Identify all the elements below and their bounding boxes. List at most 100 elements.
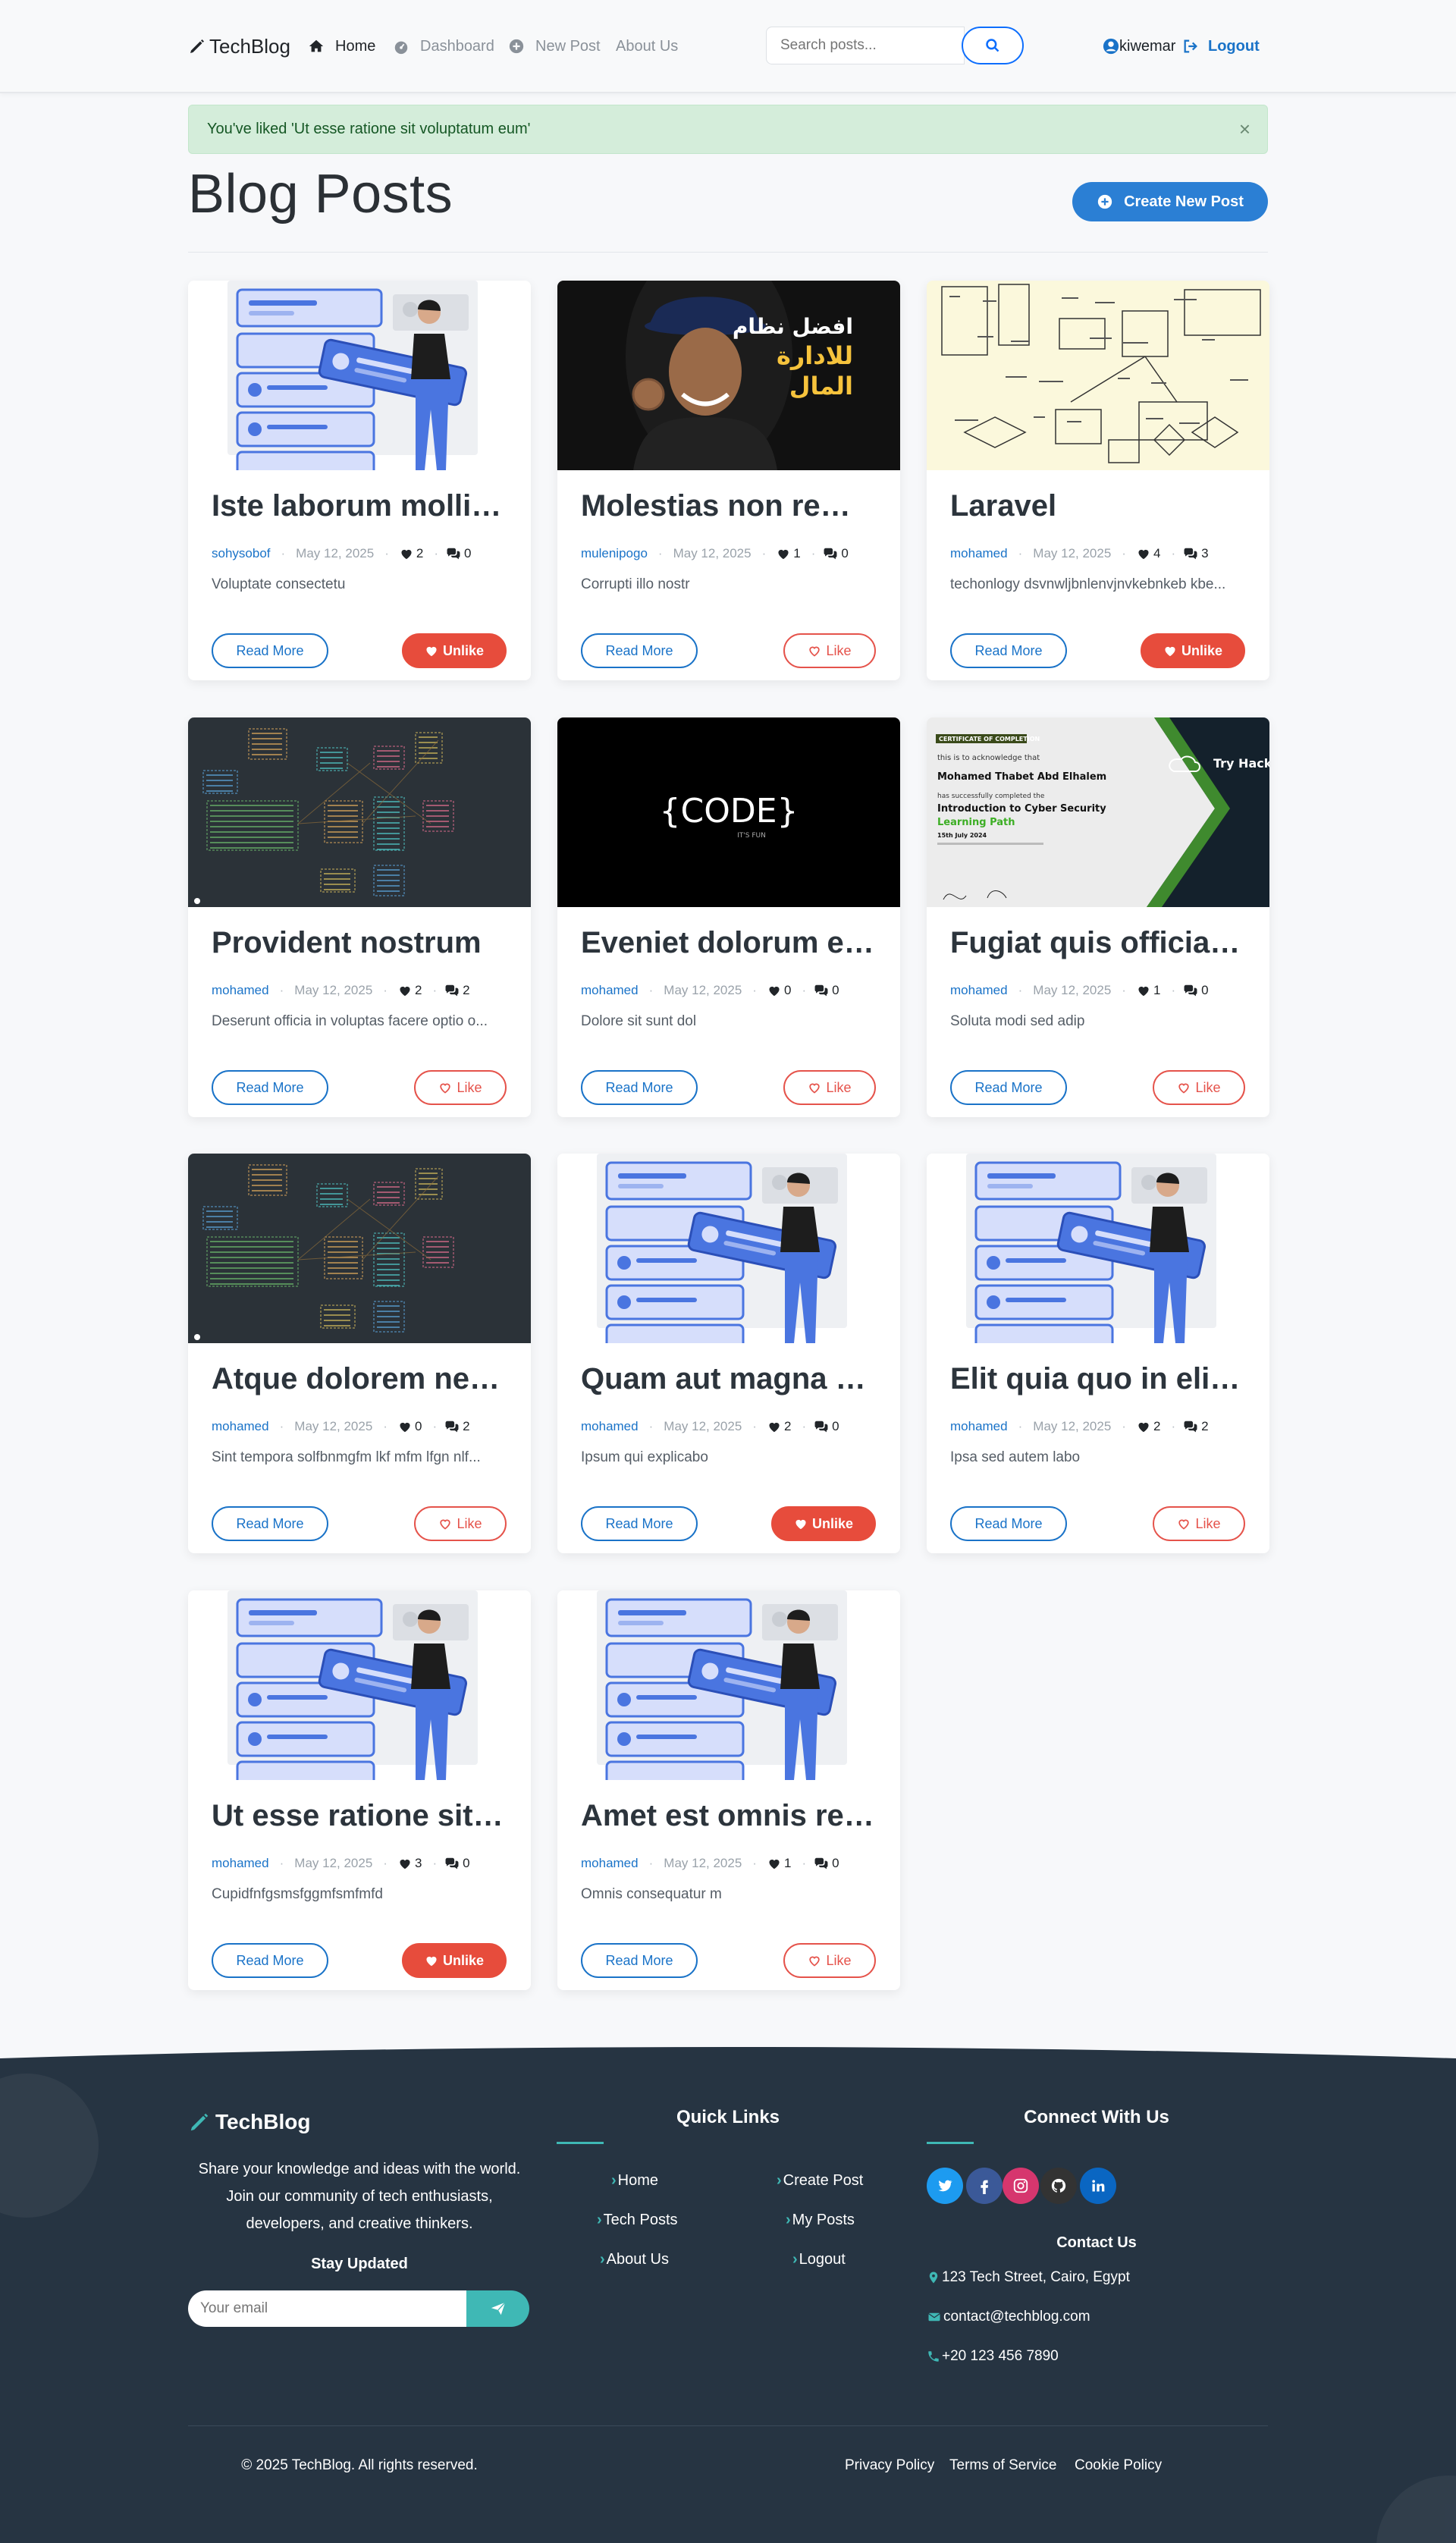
- post-thumbnail[interactable]: [188, 281, 531, 470]
- footer-link-home[interactable]: › Home: [611, 2169, 658, 2192]
- post-thumbnail[interactable]: [188, 1590, 531, 1780]
- post-author-link[interactable]: mohamed: [581, 983, 639, 998]
- read-more-button[interactable]: Read More: [581, 1070, 698, 1105]
- read-more-button[interactable]: Read More: [212, 1943, 328, 1978]
- meta-separator: ·: [1018, 1419, 1023, 1433]
- terms-of-service-link[interactable]: Terms of Service: [949, 2457, 1056, 2474]
- nav-dashboard[interactable]: Dashboard: [393, 32, 494, 61]
- post-thumbnail[interactable]: [557, 1590, 900, 1780]
- github-icon[interactable]: [1040, 2168, 1077, 2204]
- unlike-button[interactable]: Unlike: [1141, 633, 1245, 668]
- newsletter-submit-button[interactable]: [466, 2290, 529, 2327]
- like-button[interactable]: Like: [1153, 1070, 1245, 1105]
- heart-icon: [401, 549, 412, 560]
- post-author-link[interactable]: mohamed: [212, 983, 269, 998]
- read-more-button[interactable]: Read More: [950, 1070, 1067, 1105]
- nav-new-post[interactable]: New Post: [508, 32, 601, 61]
- read-more-button[interactable]: Read More: [581, 1943, 698, 1978]
- footer-link-logout[interactable]: › Logout: [792, 2248, 846, 2271]
- facebook-icon[interactable]: [966, 2168, 1003, 2204]
- read-more-button[interactable]: Read More: [581, 1506, 698, 1541]
- likes-value: 1: [783, 1856, 792, 1870]
- post-author-link[interactable]: mohamed: [950, 546, 1008, 561]
- read-more-button[interactable]: Read More: [212, 1070, 328, 1105]
- post-thumbnail[interactable]: [557, 1154, 900, 1343]
- footer-link-about[interactable]: › About Us: [600, 2248, 669, 2271]
- alert-close-button[interactable]: ×: [1239, 119, 1250, 139]
- post-thumbnail[interactable]: [188, 717, 531, 907]
- logout-link[interactable]: Logout: [1182, 32, 1260, 61]
- twitter-icon[interactable]: [927, 2168, 963, 2204]
- post-author-link[interactable]: mohamed: [581, 1856, 639, 1871]
- footer-link-tech-posts[interactable]: › Tech Posts: [597, 2209, 678, 2231]
- post-author-link[interactable]: mulenipogo: [581, 546, 648, 561]
- contact-phone[interactable]: +20 123 456 7890: [927, 2345, 1059, 2368]
- likes-value: 0: [783, 983, 792, 997]
- read-more-button[interactable]: Read More: [212, 1506, 328, 1541]
- post-author-link[interactable]: mohamed: [212, 1419, 269, 1434]
- heart-icon: [400, 1422, 410, 1433]
- read-more-button[interactable]: Read More: [212, 633, 328, 668]
- privacy-policy-link[interactable]: Privacy Policy: [845, 2457, 934, 2474]
- post-thumbnail[interactable]: [188, 1154, 531, 1343]
- footer-brand[interactable]: TechBlog: [188, 2107, 310, 2137]
- cookie-policy-link[interactable]: Cookie Policy: [1075, 2457, 1162, 2474]
- like-button[interactable]: Like: [783, 1943, 876, 1978]
- post-thumbnail[interactable]: [927, 1154, 1269, 1343]
- meta-separator: ·: [1171, 983, 1176, 997]
- post-title[interactable]: Ut esse ratione sit v...: [212, 1799, 507, 1833]
- post-author-link[interactable]: mohamed: [950, 983, 1008, 998]
- nav-home[interactable]: Home: [308, 32, 375, 61]
- instagram-icon[interactable]: [1003, 2168, 1039, 2204]
- chevron-right-icon: ›: [786, 2211, 791, 2228]
- create-new-post-button[interactable]: Create New Post: [1072, 182, 1268, 221]
- post-meta: mohamed · May 12, 2025 · 2 · 0: [581, 1417, 853, 1436]
- post-author-link[interactable]: mohamed: [950, 1419, 1008, 1434]
- footer-link-create-post[interactable]: › Create Post: [777, 2169, 863, 2192]
- brand-link[interactable]: TechBlog: [188, 32, 290, 61]
- post-thumbnail[interactable]: [927, 281, 1269, 470]
- like-button[interactable]: Like: [414, 1506, 507, 1541]
- like-button[interactable]: Like: [414, 1070, 507, 1105]
- post-title[interactable]: Quam aut magna ei...: [581, 1362, 877, 1396]
- post-thumbnail[interactable]: CERTIFICATE OF COMPLETION this is to ackn…: [927, 717, 1269, 907]
- post-title[interactable]: Molestias non rem ...: [581, 489, 877, 523]
- post-title[interactable]: Eveniet dolorum est...: [581, 926, 877, 960]
- post-title[interactable]: Iste laborum molliti...: [212, 489, 507, 523]
- like-button[interactable]: Like: [783, 1070, 876, 1105]
- post-meta: mohamed · May 12, 2025 · 0 · 2: [212, 1417, 484, 1436]
- meta-separator: ·: [802, 1856, 807, 1870]
- search-icon: [986, 39, 999, 52]
- unlike-button[interactable]: Unlike: [402, 1943, 507, 1978]
- nav-about[interactable]: About Us: [616, 32, 678, 61]
- user-profile-link[interactable]: kiwemar: [1103, 32, 1175, 61]
- unlike-button[interactable]: Unlike: [402, 633, 507, 668]
- like-button[interactable]: Like: [783, 633, 876, 668]
- newsletter-email-input[interactable]: [188, 2290, 469, 2327]
- post-author-link[interactable]: mohamed: [581, 1419, 639, 1434]
- post-title[interactable]: Amet est omnis rep...: [581, 1799, 877, 1833]
- post-author-link[interactable]: sohysobof: [212, 546, 271, 561]
- post-thumbnail[interactable]: افضل نظام للادارة المال: [557, 281, 900, 470]
- search-input[interactable]: [766, 27, 965, 64]
- post-author-link[interactable]: mohamed: [212, 1856, 269, 1871]
- post-title[interactable]: Elit quia quo in elig...: [950, 1362, 1246, 1396]
- read-more-button[interactable]: Read More: [581, 633, 698, 668]
- contact-email[interactable]: contact@techblog.com: [927, 2306, 1090, 2328]
- post-title[interactable]: Provident nostrum: [212, 926, 507, 960]
- comments-value: 0: [832, 1856, 839, 1870]
- unlike-button[interactable]: Unlike: [771, 1506, 876, 1541]
- post-thumbnail[interactable]: {CODE} IT'S FUN: [557, 717, 900, 907]
- like-button[interactable]: Like: [1153, 1506, 1245, 1541]
- read-more-button[interactable]: Read More: [950, 633, 1067, 668]
- search-button[interactable]: [962, 27, 1024, 64]
- post-title[interactable]: Atque dolorem nec...: [212, 1362, 507, 1396]
- footer-link-my-posts[interactable]: › My Posts: [786, 2209, 855, 2231]
- post-title[interactable]: Fugiat quis officia p...: [950, 926, 1246, 960]
- comments-count: 0: [444, 1856, 470, 1871]
- meta-separator: ·: [1171, 1419, 1176, 1433]
- post-title[interactable]: Laravel: [950, 489, 1246, 523]
- linkedin-icon[interactable]: [1080, 2168, 1116, 2204]
- read-more-button[interactable]: Read More: [950, 1506, 1067, 1541]
- likes-count: 2: [398, 983, 422, 998]
